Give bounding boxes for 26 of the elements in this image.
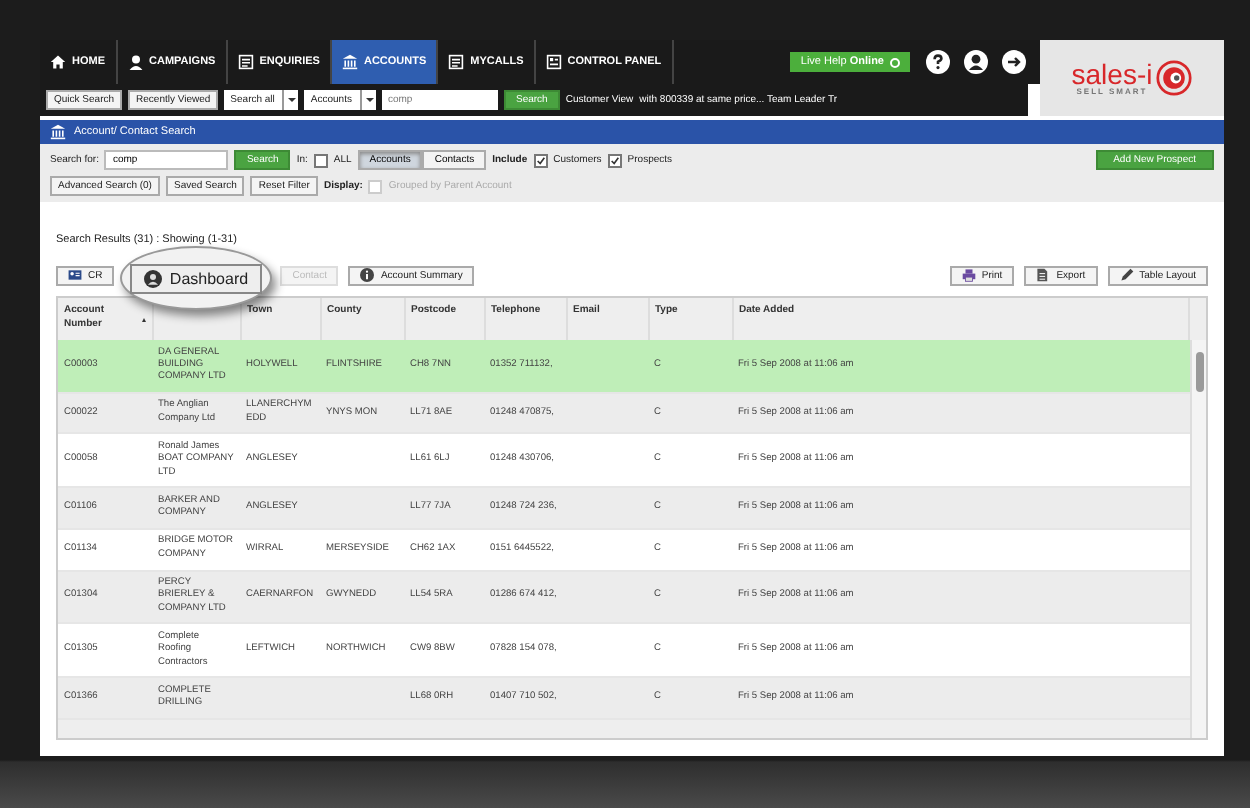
contact-card-icon [68, 268, 82, 282]
home-icon [50, 54, 66, 70]
user-icon[interactable] [964, 50, 988, 74]
info-icon [360, 268, 375, 282]
document-icon [1036, 268, 1051, 282]
caret-icon [282, 90, 299, 110]
checkbox[interactable] [533, 153, 548, 167]
pencil-icon [1119, 268, 1134, 282]
bank-icon [50, 124, 66, 140]
panel-icon [545, 54, 562, 70]
sort-arrow-icon [141, 318, 145, 322]
list-icon [237, 54, 254, 70]
bank-icon [341, 54, 358, 70]
checkbox[interactable] [313, 153, 328, 167]
scrollbar-thumb[interactable] [1195, 352, 1203, 392]
help-icon[interactable] [926, 50, 950, 74]
user-icon [143, 269, 162, 287]
logout-icon[interactable] [1002, 50, 1026, 74]
list-icon [448, 54, 465, 70]
checkbox[interactable] [607, 153, 622, 167]
scrollbar[interactable] [1190, 340, 1206, 738]
caret-icon [359, 90, 376, 110]
logo-mark-icon [1156, 60, 1193, 96]
person-icon [127, 54, 143, 70]
print-icon [961, 268, 976, 282]
dashboard-button[interactable]: Dashboard [129, 263, 263, 293]
